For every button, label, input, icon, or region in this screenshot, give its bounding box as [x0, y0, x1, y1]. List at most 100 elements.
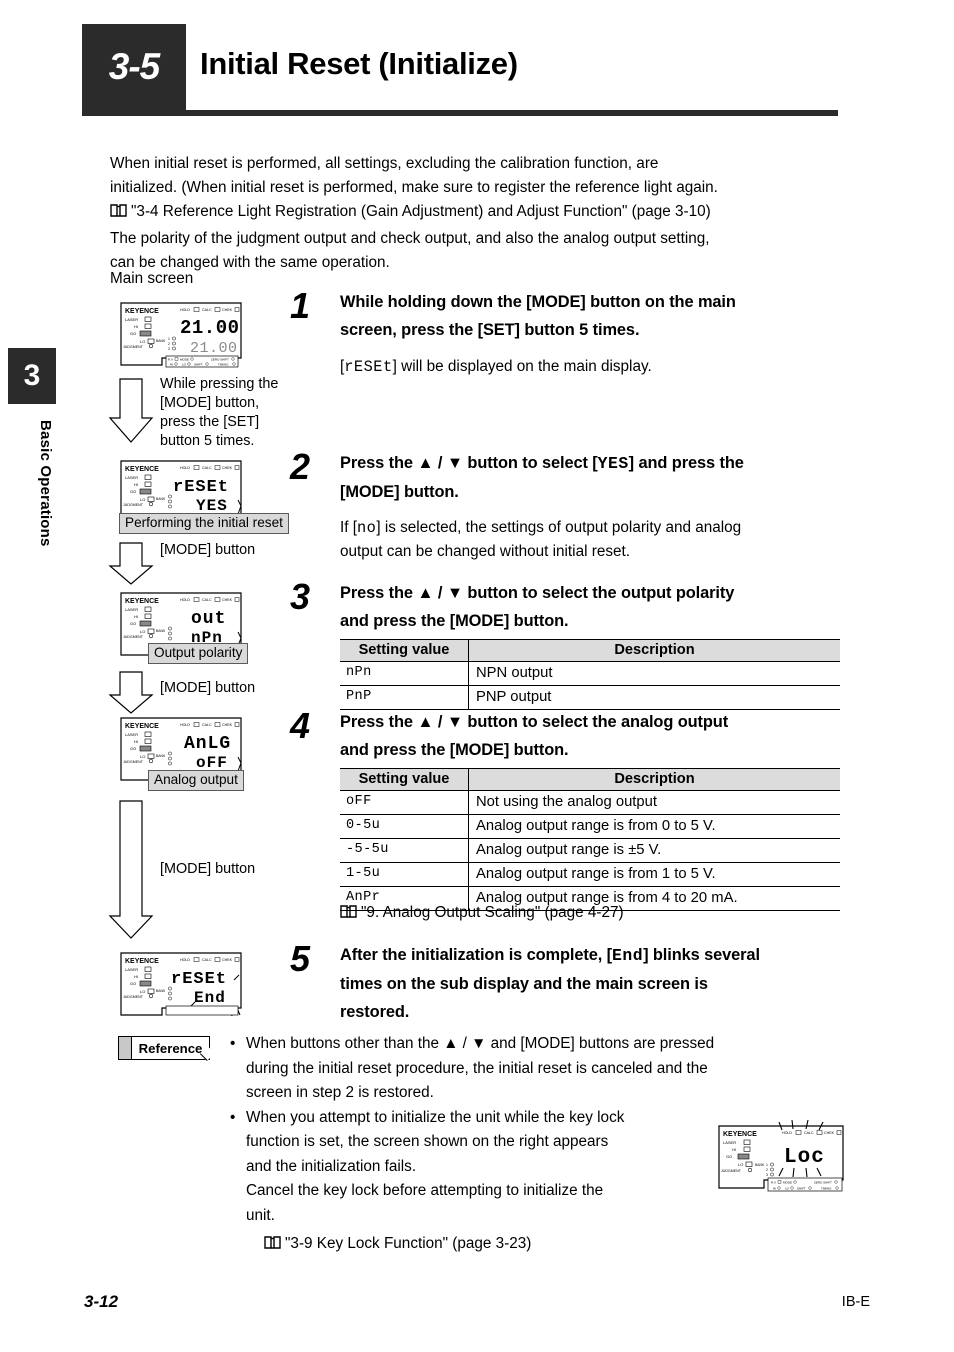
svg-text:MODE: MODE — [783, 1181, 792, 1185]
svg-text:LASER: LASER — [125, 607, 138, 612]
step-2-heading-line-1: Press the ▲ / ▼ button to select [YES] a… — [340, 449, 840, 478]
device-display-reset-end: KEYENCE LASER HI GO LO JUDGMENT BANK HOL… — [118, 950, 242, 1017]
svg-text:HI: HI — [134, 974, 138, 979]
svg-text:JUDGMENT: JUDGMENT — [123, 760, 144, 764]
svg-text:LO: LO — [140, 754, 145, 759]
page-title: Initial Reset (Initialize) — [200, 46, 518, 81]
svg-text:CALC: CALC — [202, 308, 212, 312]
svg-text:CALC: CALC — [202, 598, 212, 602]
svg-text:LO: LO — [738, 1162, 743, 1167]
svg-text:JUDGMENT: JUDGMENT — [123, 635, 144, 639]
callout-analog-output: Analog output — [148, 770, 244, 791]
flow-note-1-line-1: While pressing the — [160, 376, 279, 392]
table-output-polarity: Setting value Description nPn NPN output… — [340, 639, 840, 710]
table-cell-description: Analog output range is from 0 to 5 V. — [468, 814, 840, 839]
step-1-body-post: ] will be displayed on the main display. — [392, 358, 652, 375]
step-1-heading-line-2: screen, press the [SET] button 5 times. — [340, 321, 640, 339]
step-5-heading-segment: End — [612, 946, 644, 965]
svg-text:CHEK: CHEK — [222, 308, 233, 312]
book-icon — [110, 202, 127, 226]
step-2-number: 2 — [290, 446, 310, 487]
svg-text:CHEK: CHEK — [222, 723, 233, 727]
svg-text:ZERO SHIFT: ZERO SHIFT — [814, 1181, 832, 1185]
table-header-setting-value: Setting value — [340, 768, 469, 791]
chapter-number: 3 — [23, 359, 41, 392]
svg-text:HOLD: HOLD — [180, 466, 190, 470]
book-icon — [340, 904, 357, 926]
table-cell-description: Analog output range is ±5 V. — [468, 838, 840, 863]
svg-text:HI: HI — [773, 1187, 776, 1191]
table-header-row: Setting value Description — [340, 639, 840, 662]
svg-text:out: out — [191, 609, 226, 629]
svg-text:GO: GO — [130, 981, 136, 986]
flow-label-mode-button-1: [MODE] button — [160, 542, 256, 558]
step-3-heading: Press the ▲ / ▼ button to select the out… — [340, 579, 840, 635]
step-4-heading-line-2: and press the [MODE] button. — [340, 741, 569, 759]
intro-reference-line: "3-4 Reference Light Registration (Gain … — [110, 200, 860, 226]
table-row: 1-5u Analog output range is from 1 to 5 … — [340, 862, 840, 887]
chapter-tab: 3 — [8, 348, 56, 404]
svg-text:rESEt: rESEt — [173, 478, 229, 497]
see-also-key-lock-text: "3-9 Key Lock Function" (page 3-23) — [285, 1235, 532, 1252]
bullet-2-line-5: unit. — [246, 1206, 275, 1224]
svg-text:KEYENCE: KEYENCE — [723, 1131, 757, 1138]
step-5-heading-line-3: restored. — [340, 1003, 410, 1021]
svg-text:3: 3 — [168, 347, 170, 351]
table-header-description: Description — [468, 639, 840, 662]
flow-note-1-line-4: button 5 times. — [160, 433, 255, 449]
table-cell-value: nPn — [340, 661, 469, 686]
table-cell-value: PnP — [340, 685, 469, 710]
svg-text:End: End — [194, 989, 226, 1007]
svg-text:CALC: CALC — [202, 466, 212, 470]
flow-note-1-line-3: press the [SET] — [160, 414, 260, 430]
svg-text:GO: GO — [130, 331, 136, 336]
svg-text:BANK: BANK — [156, 497, 166, 501]
svg-text:CALC: CALC — [202, 958, 212, 962]
table-header-setting-value: Setting value — [340, 639, 469, 662]
reference-badge: Reference — [118, 1036, 215, 1062]
step-1-heading-line-1: While holding down the [MODE] button on … — [340, 293, 736, 311]
step-2-heading-post: ] and press the — [628, 454, 744, 472]
svg-text:BANK: BANK — [156, 339, 166, 343]
svg-text:JUDGMENT: JUDGMENT — [123, 995, 144, 999]
svg-text:LASER: LASER — [125, 475, 138, 480]
svg-text:HOLD: HOLD — [782, 1131, 792, 1135]
svg-text:rESEt: rESEt — [171, 970, 227, 989]
svg-text:MODE: MODE — [180, 358, 189, 362]
svg-text:LO: LO — [140, 497, 145, 502]
flow-arrow-4 — [108, 800, 154, 945]
svg-text:LO: LO — [182, 363, 187, 367]
svg-text:3: 3 — [766, 1173, 768, 1177]
bullet-1-line-2: during the initial reset procedure, the … — [246, 1059, 708, 1077]
svg-text:1: 1 — [168, 337, 170, 341]
svg-text:2: 2 — [766, 1168, 768, 1172]
step-2-body-pre: If [ — [340, 519, 357, 536]
step-2-body-post: ] is selected, the settings of output po… — [376, 519, 742, 536]
svg-text:GO: GO — [130, 621, 136, 626]
step-2-body: If [no] is selected, the settings of out… — [340, 516, 850, 564]
bullet-1-line-3: screen in step 2 is restored. — [246, 1084, 434, 1101]
flow-label-mode-button-3: [MODE] button — [160, 861, 256, 877]
svg-text:JUDGMENT: JUDGMENT — [123, 345, 144, 349]
intro-line-3: The polarity of the judgment output and … — [110, 229, 710, 247]
bullet-1-line-1: When buttons other than the ▲ / ▼ and [M… — [246, 1035, 715, 1052]
intro-line-1: When initial reset is performed, all set… — [110, 155, 659, 172]
table-cell-value: 1-5u — [340, 862, 469, 887]
see-also-analog-text: "9. Analog Output Scaling" (page 4-27) — [361, 904, 624, 921]
svg-text:KEYENCE: KEYENCE — [125, 598, 159, 605]
svg-text:R.V: R.V — [168, 358, 173, 362]
table-header-row: Setting value Description — [340, 768, 840, 791]
svg-text:HOLD: HOLD — [180, 723, 190, 727]
step-5-heading-post: ] blinks several — [643, 946, 760, 964]
svg-text:SHIFT: SHIFT — [194, 363, 203, 367]
step-5-heading-line-2: times on the sub display and the main sc… — [340, 975, 708, 993]
svg-text:R.V: R.V — [771, 1181, 776, 1185]
svg-text:LO: LO — [140, 339, 145, 344]
svg-text:CALC: CALC — [202, 723, 212, 727]
svg-text:CHEK: CHEK — [222, 466, 233, 470]
step-3-heading-line-2: and press the [MODE] button. — [340, 612, 569, 630]
svg-text:KEYENCE: KEYENCE — [125, 308, 159, 315]
table-header-description: Description — [468, 768, 840, 791]
step-3-heading-line-1: Press the ▲ / ▼ button to select the out… — [340, 584, 735, 602]
svg-text:HI: HI — [134, 614, 138, 619]
